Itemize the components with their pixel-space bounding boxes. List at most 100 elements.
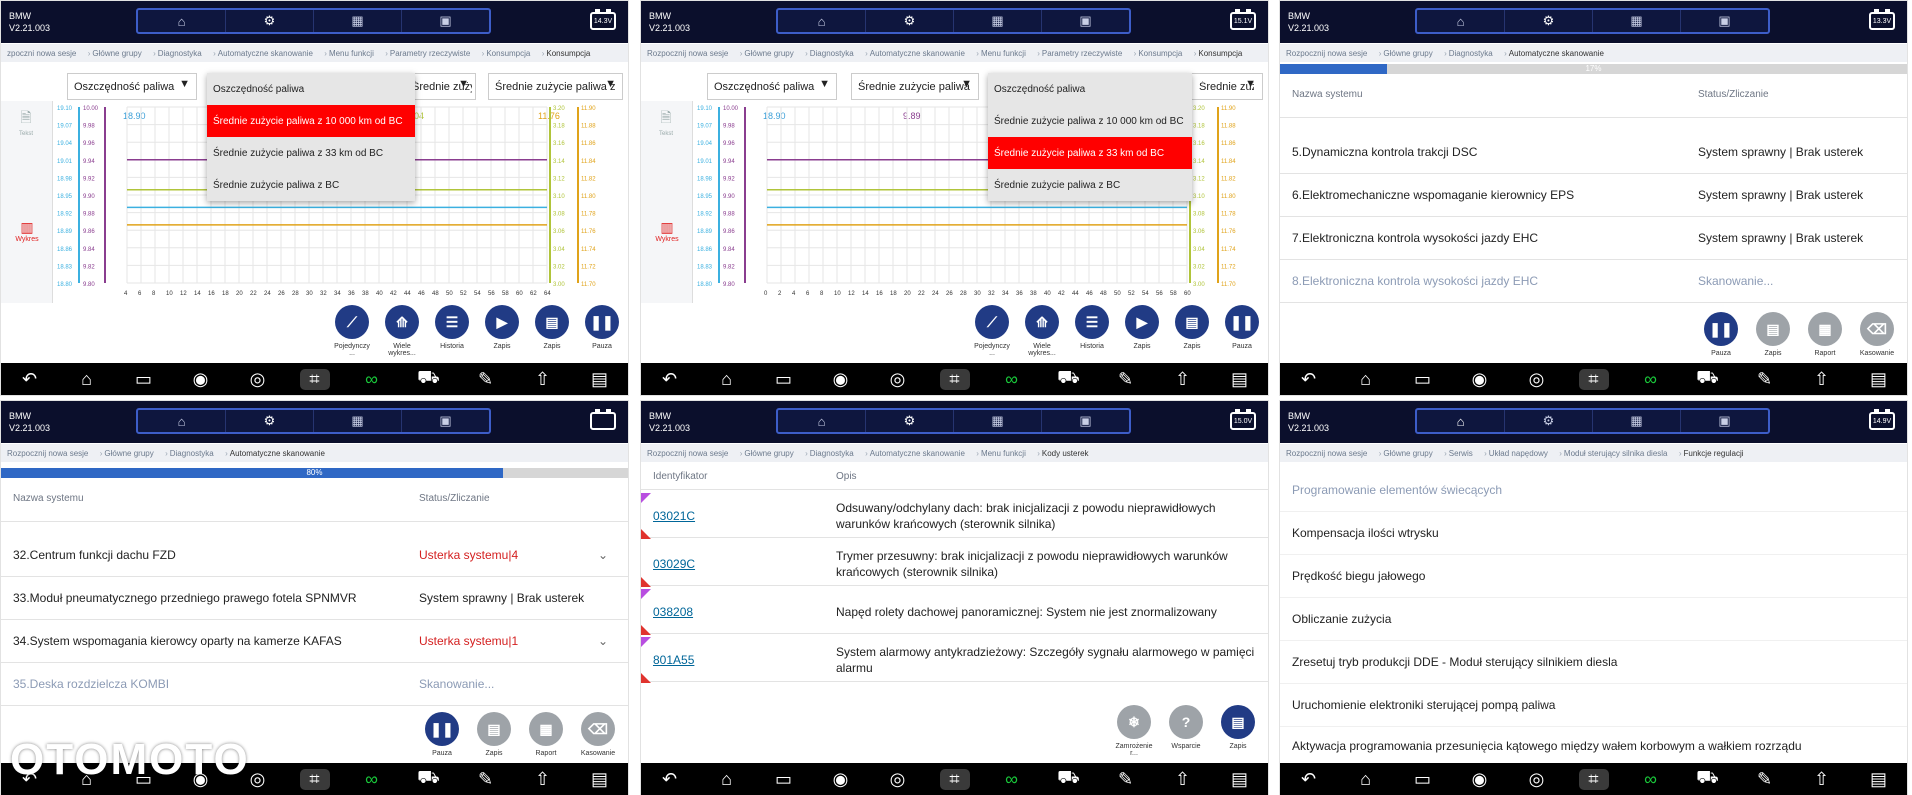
fault-code-row[interactable]: 03029C Trymer przesuwny: brak inicjalizac… (641, 543, 1268, 587)
wrench-icon[interactable]: ✎ (1111, 369, 1141, 390)
link-icon[interactable]: ∞ (997, 369, 1027, 390)
car-garage-icon[interactable]: ▦ (954, 10, 1042, 32)
home-icon[interactable]: ⌂ (712, 369, 742, 390)
book-icon[interactable]: ▤ (1864, 369, 1894, 390)
support-button[interactable]: ? Wsparcie (1166, 705, 1206, 757)
planet-icon[interactable]: ◎ (883, 769, 913, 790)
wrench-icon[interactable]: ✎ (1750, 369, 1780, 390)
system-row[interactable]: 32.Centrum funkcji dachu FZD Usterka syst… (1, 534, 628, 577)
settings-icon[interactable]: ⚙ (226, 10, 314, 32)
param-select-1[interactable]: Oszczędność paliwa ▼ (67, 73, 197, 100)
save-button[interactable]: ▤ Zapis (474, 712, 514, 757)
save-button[interactable]: ▤ Zapis (1753, 312, 1793, 357)
window-icon[interactable]: ▭ (769, 769, 799, 790)
wrench-icon[interactable]: ✎ (1750, 769, 1780, 790)
book-icon[interactable]: ▤ (585, 769, 615, 790)
crumb[interactable]: Funkcje regulacji (1684, 449, 1752, 458)
pause-button[interactable]: ❚❚ Pauza (1222, 305, 1262, 357)
record-button[interactable]: ▶ Zapis (1122, 305, 1162, 357)
crumb[interactable]: Diagnostyka (1449, 49, 1507, 58)
car-garage-icon[interactable]: ▦ (1593, 410, 1681, 432)
crumb[interactable]: Rozpocznij nowa sesje (647, 449, 743, 458)
settings-icon[interactable]: ⚙ (1505, 10, 1593, 32)
back-icon[interactable]: ↶ (1294, 369, 1324, 390)
crumb[interactable]: Automatyczne skanowanie (1509, 49, 1612, 58)
report-button[interactable]: ▦ Raport (526, 712, 566, 757)
picture-icon[interactable]: ▣ (1681, 410, 1768, 432)
home-icon[interactable]: ⌂ (72, 369, 102, 390)
crop-icon[interactable]: ⌗ (939, 368, 970, 390)
crumb[interactable]: Układ napędowy (1489, 449, 1562, 458)
text-view-button[interactable]: 🗎 Tekst (655, 107, 677, 137)
single-chart-button[interactable]: ⟋ Pojedynczy ... (332, 305, 372, 357)
crumb[interactable]: Moduł sterujący silnika diesla (1564, 449, 1681, 458)
param-select-1[interactable]: Oszczędność paliwa ▼ (707, 73, 837, 100)
crumb[interactable]: Konsumpcja (1198, 49, 1250, 58)
erase-button[interactable]: ⌫ Kasowanie (1857, 312, 1897, 357)
picture-icon[interactable]: ▣ (402, 410, 489, 432)
upload-icon[interactable]: ⇧ (1807, 369, 1837, 390)
home-icon[interactable]: ⌂ (778, 10, 866, 32)
crumb[interactable]: Menu funkcji (329, 49, 388, 58)
crop-icon[interactable]: ⌗ (299, 768, 330, 790)
settings-icon[interactable]: ⚙ (1505, 410, 1593, 432)
wrench-icon[interactable]: ✎ (471, 369, 501, 390)
window-icon[interactable]: ▭ (129, 369, 159, 390)
crumb[interactable]: Diagnostyka (158, 49, 216, 58)
menu-item-selected[interactable]: Średnie zużycie paliwa z 33 km od BC (988, 137, 1192, 169)
car-garage-icon[interactable]: ▦ (314, 10, 402, 32)
wrench-icon[interactable]: ✎ (471, 769, 501, 790)
param-select-3[interactable]: Średnie zużycie paliwa z▼ (488, 73, 623, 100)
menu-item-selected[interactable]: Średnie zużycie paliwa z 10 000 km od BC (207, 105, 415, 137)
picture-icon[interactable]: ▣ (1681, 10, 1768, 32)
freeze-frame-button[interactable]: ❄ Zamrożenie r... (1114, 705, 1154, 757)
system-row[interactable]: 35.Deska rozdzielcza KOMBI Skanowanie... (1, 663, 628, 706)
crumb[interactable]: Parametry rzeczywiste (390, 49, 485, 58)
picture-icon[interactable]: ▣ (1042, 10, 1129, 32)
record-button[interactable]: ▶ Zapis (482, 305, 522, 357)
crumb[interactable]: Rozpocznij nowa sesje (647, 49, 743, 58)
crumb[interactable]: Automatyczne skanowanie (230, 449, 333, 458)
home-icon[interactable]: ⌂ (138, 10, 226, 32)
crumb[interactable]: zpoczni nowa sesje (7, 49, 91, 58)
system-row[interactable]: 34.System wspomagania kierowcy oparty na… (1, 620, 628, 663)
book-icon[interactable]: ▤ (1225, 369, 1255, 390)
fault-code-row[interactable]: 03021C Odsuwany/odchylany dach: brak inic… (641, 493, 1268, 539)
home-icon[interactable]: ⌂ (1417, 410, 1505, 432)
back-icon[interactable]: ↶ (655, 369, 685, 390)
link-icon[interactable]: ∞ (997, 769, 1027, 790)
settings-icon[interactable]: ⚙ (226, 410, 314, 432)
chevron-down-icon[interactable]: ⌄ (598, 548, 608, 562)
crumb[interactable]: Konsumpcja (546, 49, 598, 58)
planet-icon[interactable]: ◎ (1522, 769, 1552, 790)
upload-icon[interactable]: ⇧ (1807, 769, 1837, 790)
camera-icon[interactable]: ◉ (186, 369, 216, 390)
crumb[interactable]: Główne grupy (1383, 449, 1447, 458)
picture-icon[interactable]: ▣ (402, 10, 489, 32)
picture-icon[interactable]: ▣ (1042, 410, 1129, 432)
upload-icon[interactable]: ⇧ (1168, 369, 1198, 390)
car-garage-icon[interactable]: ▦ (1593, 10, 1681, 32)
report-button[interactable]: ▦ Raport (1805, 312, 1845, 357)
menu-item[interactable]: Średnie zużycie paliwa z BC (207, 169, 415, 201)
crumb[interactable]: Automatyczne skanowanie (870, 449, 979, 458)
pause-button[interactable]: ❚❚ Pauza (422, 712, 462, 757)
function-item[interactable]: Aktywacja programowania przesunięcia kąt… (1280, 727, 1907, 765)
save-button[interactable]: ▤ Zapis (1172, 305, 1212, 357)
crumb[interactable]: Serwis (1449, 449, 1487, 458)
car-icon[interactable]: ⛟ (1693, 767, 1723, 791)
car-icon[interactable]: ⛟ (1054, 767, 1084, 791)
car-icon[interactable]: ⛟ (1054, 367, 1084, 391)
chevron-down-icon[interactable]: ⌄ (598, 634, 608, 648)
history-button[interactable]: ☰ Historia (1072, 305, 1112, 357)
fault-code-id[interactable]: 801A55 (653, 653, 694, 667)
window-icon[interactable]: ▭ (1408, 769, 1438, 790)
back-icon[interactable]: ↶ (655, 769, 685, 790)
crumb[interactable]: Kody usterek (1042, 449, 1097, 458)
crumb[interactable]: Główne grupy (104, 449, 168, 458)
function-item[interactable]: Obliczanie zużycia (1280, 598, 1907, 641)
function-item[interactable]: Uruchomienie elektroniki sterującej pomp… (1280, 684, 1907, 727)
crop-icon[interactable]: ⌗ (299, 368, 330, 390)
upload-icon[interactable]: ⇧ (528, 769, 558, 790)
upload-icon[interactable]: ⇧ (1168, 769, 1198, 790)
